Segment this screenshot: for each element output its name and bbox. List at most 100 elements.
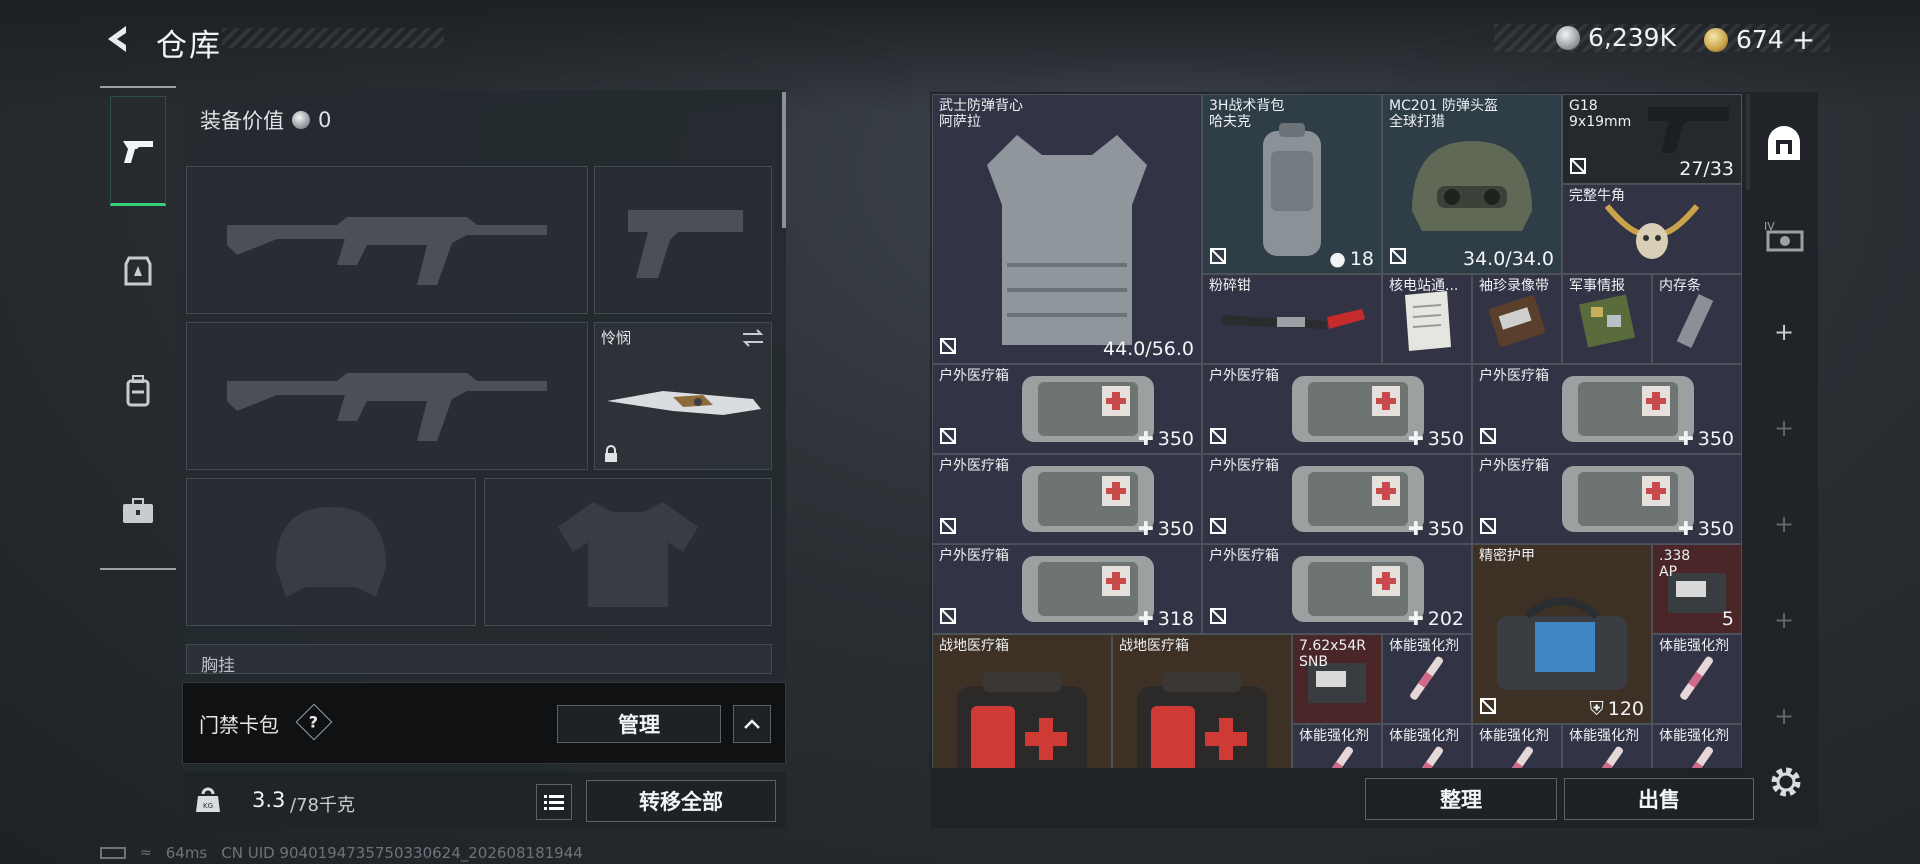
lock-icon xyxy=(605,445,617,462)
stash-item-first-aid-case[interactable]: 战地医疗箱 xyxy=(1112,634,1292,768)
manage-button[interactable]: 管理 xyxy=(557,705,721,743)
tab-backpack[interactable] xyxy=(110,336,166,446)
stash-item-ram-stick[interactable]: 内存条 xyxy=(1652,274,1742,364)
health-plus-icon: ✚ xyxy=(1137,518,1154,540)
stash-item-body-armor-vest[interactable]: 武士防弹背心 阿萨拉 44.0/56.0 xyxy=(932,94,1202,364)
stash-item-medkit[interactable]: 户外医疗箱 ✚ 350 xyxy=(1472,454,1742,544)
intel-board-icon xyxy=(1577,291,1637,355)
sell-button[interactable]: 出售 xyxy=(1564,778,1754,820)
pistol-icon xyxy=(123,141,153,163)
stash-item-ammo-box[interactable]: 7.62x54R SNB xyxy=(1292,634,1382,724)
weight-max: /78千克 xyxy=(290,795,355,816)
add-icon[interactable]: + xyxy=(1758,402,1810,454)
stash-item-syringe[interactable]: 体能强化剂 xyxy=(1382,724,1472,768)
stash-item-medkit[interactable]: 户外医疗箱 ✚ 350 xyxy=(1472,364,1742,454)
back-arrow-icon[interactable] xyxy=(100,22,134,56)
title-hatch-decoration xyxy=(222,28,444,48)
tab-armor[interactable] xyxy=(110,216,166,326)
add-icon[interactable]: + xyxy=(1758,498,1810,550)
stash-item-medkit[interactable]: 户外医疗箱 ✚ 202 xyxy=(1202,544,1472,634)
syringe-icon xyxy=(1492,741,1542,768)
chevron-up-icon xyxy=(744,719,760,729)
melee-name: 怜悯 xyxy=(601,329,632,347)
help-icon[interactable]: ? xyxy=(295,703,333,741)
item-name: 体能强化剂 xyxy=(1479,728,1549,744)
swap-icon[interactable] xyxy=(741,329,765,347)
pistol-icon xyxy=(1643,101,1733,160)
stash-item-syringe[interactable]: 体能强化剂 xyxy=(1472,724,1562,768)
stash-home-button[interactable] xyxy=(1758,118,1810,170)
body-armor-slot[interactable] xyxy=(484,478,772,626)
stash-item-syringe[interactable]: 体能强化剂 xyxy=(1652,634,1742,724)
item-value: ✚ 350 xyxy=(1137,518,1194,540)
expand-button[interactable] xyxy=(733,705,771,743)
secondary-weapon-slot[interactable] xyxy=(186,322,588,470)
settings-gear-icon[interactable] xyxy=(1768,764,1804,804)
armor-bag-icon xyxy=(1487,586,1637,700)
stash-item-tactical-backpack[interactable]: 3H战术背包 哈夫克 ● 18 xyxy=(1202,94,1382,274)
tab-weapons[interactable] xyxy=(110,96,166,206)
primary-weapon-slot[interactable] xyxy=(186,166,588,314)
add-icon[interactable]: + xyxy=(1758,594,1810,646)
helmet-slot[interactable] xyxy=(186,478,476,626)
chest-rig-slot[interactable]: 胸挂 xyxy=(186,644,772,676)
melee-slot[interactable]: 怜悯 xyxy=(594,322,772,470)
crusher-pliers-icon xyxy=(1217,291,1367,355)
transfer-all-button[interactable]: 转移全部 xyxy=(586,780,776,822)
page-title: 仓库 xyxy=(156,28,222,64)
rifle-silhouette-icon xyxy=(227,373,547,441)
syringe-icon xyxy=(1582,741,1632,768)
tab-items[interactable] xyxy=(110,456,166,566)
stash-item-syringe[interactable]: 体能强化剂 xyxy=(1382,634,1472,724)
item-name: 体能强化剂 xyxy=(1389,728,1459,744)
equipment-value-label: 装备价值 xyxy=(200,109,284,133)
stash-item-medkit[interactable]: 户外医疗箱 ✚ 350 xyxy=(932,454,1202,544)
item-name: 户外医疗箱 xyxy=(1209,458,1279,474)
stash-item-medkit[interactable]: 户外医疗箱 ✚ 318 xyxy=(932,544,1202,634)
stash-item-ammo-box[interactable]: .338 AP 5 xyxy=(1652,544,1742,634)
stash-item-syringe[interactable]: 体能强化剂 xyxy=(1652,724,1742,768)
loadout-scrollbar[interactable] xyxy=(782,92,786,228)
no-insure-icon xyxy=(1569,157,1587,179)
no-insure-icon xyxy=(1209,607,1227,629)
add-currency-button[interactable]: + xyxy=(1792,23,1815,56)
stash-item-intel-board[interactable]: 军事情报 xyxy=(1562,274,1652,364)
ram-stick-icon xyxy=(1667,291,1727,355)
stash-item-medkit[interactable]: 户外医疗箱 ✚ 350 xyxy=(932,364,1202,454)
add-icon[interactable]: + xyxy=(1758,690,1810,742)
item-value: ✚ 350 xyxy=(1137,428,1194,450)
no-insure-icon xyxy=(1479,517,1497,539)
stash-item-armor-bag[interactable]: 精密护甲 ⛨ 120 xyxy=(1472,544,1652,724)
sort-button[interactable]: 整理 xyxy=(1365,778,1557,820)
stash-item-syringe[interactable]: 体能强化剂 xyxy=(1562,724,1652,768)
no-insure-icon xyxy=(939,427,957,449)
stash-item-cassette[interactable]: 袖珍录像带 xyxy=(1472,274,1562,364)
add-icon[interactable]: + xyxy=(1758,306,1810,358)
item-value: 44.0/56.0 xyxy=(1102,338,1194,360)
item-name: 体能强化剂 xyxy=(1659,728,1729,744)
stash-item-crusher-pliers[interactable]: 粉碎钳 xyxy=(1202,274,1382,364)
item-name: 精密护甲 xyxy=(1479,548,1535,564)
sidearm-slot[interactable] xyxy=(594,166,772,314)
ballistic-helmet-icon xyxy=(1402,131,1542,255)
keycard-label: 门禁卡包 xyxy=(199,713,279,737)
iv-container-button[interactable]: IV xyxy=(1758,210,1810,262)
item-name: 体能强化剂 xyxy=(1389,638,1459,654)
stash-item-medkit[interactable]: 户外医疗箱 ✚ 350 xyxy=(1202,364,1472,454)
gold-currency[interactable]: 674 + xyxy=(1704,23,1815,56)
item-name: 战地医疗箱 xyxy=(1119,638,1189,654)
syringe-icon xyxy=(1312,741,1362,768)
item-name: 核电站通... xyxy=(1389,278,1459,294)
rifle-silhouette-icon xyxy=(227,217,547,285)
stash-item-syringe[interactable]: 体能强化剂 xyxy=(1292,724,1382,768)
stash-item-pistol[interactable]: G18 9x19mm 27/33 xyxy=(1562,94,1742,184)
chest-rig-label: 胸挂 xyxy=(201,656,235,676)
stash-item-document-paper[interactable]: 核电站通... xyxy=(1382,274,1472,364)
stash-item-horn-skull[interactable]: 完整牛角 xyxy=(1562,184,1742,274)
stash-item-medkit[interactable]: 户外医疗箱 ✚ 350 xyxy=(1202,454,1472,544)
item-value: ✚ 350 xyxy=(1407,518,1464,540)
stash-item-first-aid-case[interactable]: 战地医疗箱 xyxy=(932,634,1112,768)
first-aid-case-icon xyxy=(1127,666,1277,768)
list-view-button[interactable] xyxy=(536,784,572,820)
stash-item-ballistic-helmet[interactable]: MC201 防弹头盔 全球打猎 34.0/34.0 xyxy=(1382,94,1562,274)
